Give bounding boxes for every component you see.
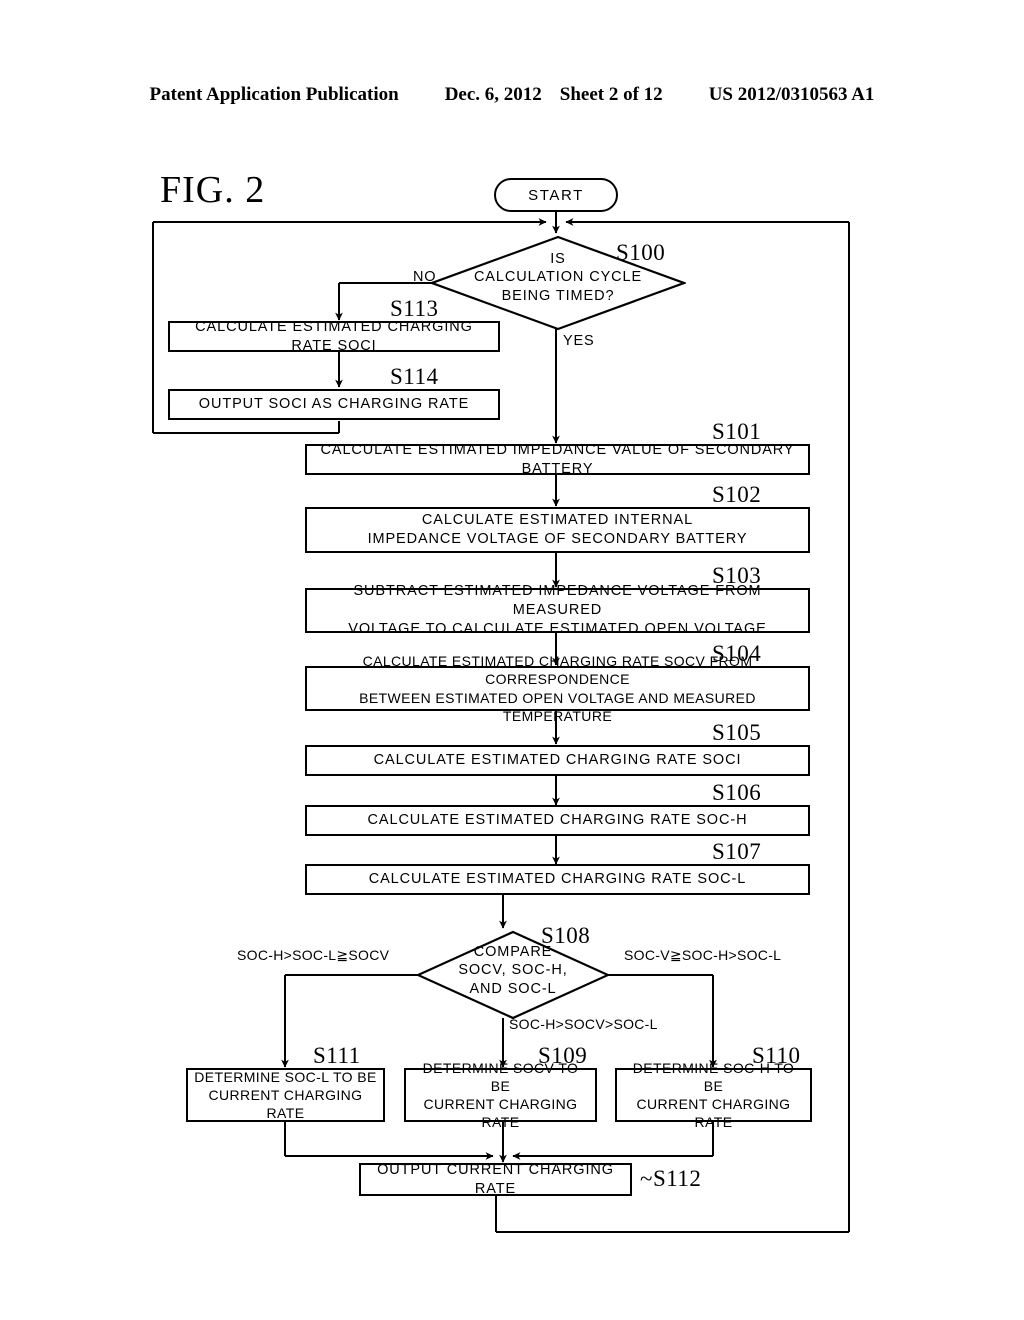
edge-label-no: NO <box>413 269 437 285</box>
step-ref-s103: S103 <box>712 563 762 588</box>
process-s112[interactable]: OUTPUT CURRENT CHARGING RATE <box>359 1162 632 1197</box>
step-ref-s108: S108 <box>541 923 591 948</box>
process-s101[interactable]: CALCULATE ESTIMATED IMPEDANCE VALUE OF S… <box>305 442 810 477</box>
step-ref-s102: S102 <box>712 482 762 507</box>
process-s103[interactable]: SUBTRACT ESTIMATED IMPEDANCE VOLTAGE FRO… <box>305 583 810 637</box>
start-terminator[interactable]: START <box>494 178 618 212</box>
flowchart: START IS CALCULATION CYCLE BEING TIMED? … <box>0 0 1024 1320</box>
step-ref-s100: S100 <box>616 240 666 265</box>
edge-label-s108-left: SOC-H>SOC-L≧SOCV <box>237 947 390 963</box>
step-ref-s105: S105 <box>712 720 762 745</box>
process-s104[interactable]: CALCULATE ESTIMATED CHARGING RATE SOCV F… <box>305 653 810 724</box>
step-ref-s104: S104 <box>712 641 762 666</box>
process-s105[interactable]: CALCULATE ESTIMATED CHARGING RATE SOCI <box>305 745 810 776</box>
process-s114[interactable]: OUTPUT SOCI AS CHARGING RATE <box>168 389 500 420</box>
edge-label-yes: YES <box>563 333 595 349</box>
step-ref-s114: S114 <box>390 364 439 389</box>
process-s102[interactable]: CALCULATE ESTIMATED INTERNAL IMPEDANCE V… <box>305 507 810 553</box>
step-ref-s112: ~S112 <box>640 1166 701 1192</box>
process-s106[interactable]: CALCULATE ESTIMATED CHARGING RATE SOC-H <box>305 805 810 836</box>
process-s107[interactable]: CALCULATE ESTIMATED CHARGING RATE SOC-L <box>305 864 810 895</box>
process-s109[interactable]: DETERMINE SOCV TO BE CURRENT CHARGING RA… <box>404 1060 597 1130</box>
step-ref-s111: S111 <box>313 1043 361 1068</box>
step-ref-s101: S101 <box>712 419 762 444</box>
step-ref-s113: S113 <box>390 296 439 321</box>
step-ref-s109: S109 <box>538 1043 588 1068</box>
process-s113[interactable]: CALCULATE ESTIMATED CHARGING RATE SOCI <box>168 319 500 354</box>
step-ref-s112-text: S112 <box>652 1166 702 1191</box>
step-ref-s106: S106 <box>712 780 762 805</box>
edge-label-s108-right: SOC-V≧SOC-H>SOC-L <box>624 947 782 963</box>
edge-label-s108-bottom: SOC-H>SOCV>SOC-L <box>509 1016 658 1032</box>
process-s110[interactable]: DETERMINE SOC-H TO BE CURRENT CHARGING R… <box>615 1060 812 1130</box>
step-ref-s107: S107 <box>712 839 762 864</box>
step-ref-s112-tilde: ~ <box>640 1166 653 1191</box>
process-s111[interactable]: DETERMINE SOC-L TO BE CURRENT CHARGING R… <box>186 1068 385 1122</box>
step-ref-s110: S110 <box>752 1043 801 1068</box>
